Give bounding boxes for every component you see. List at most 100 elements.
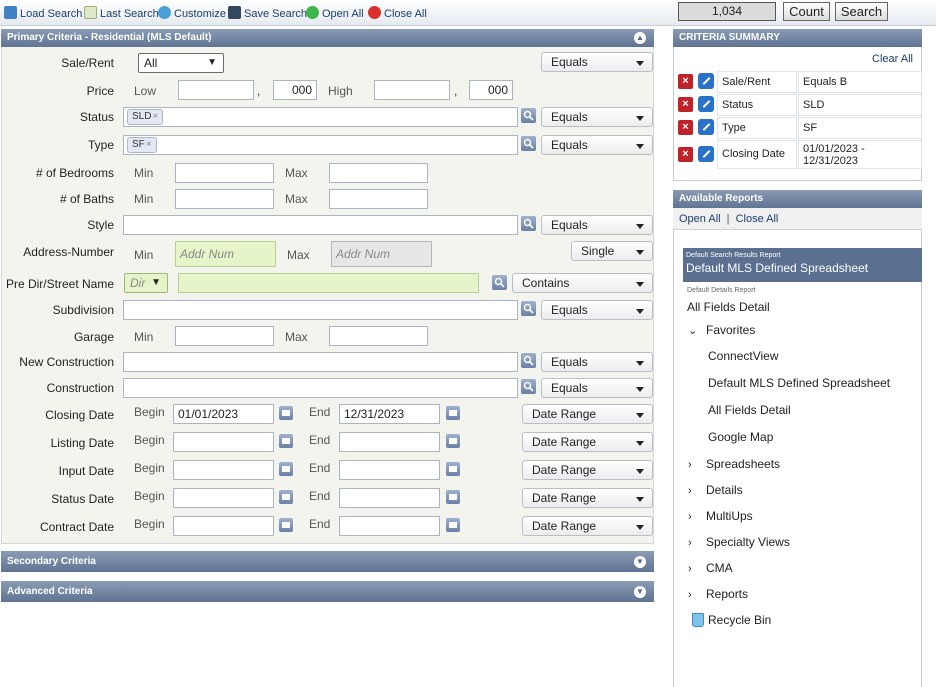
favorite-item[interactable]: Default MLS Defined Spreadsheet bbox=[708, 376, 890, 390]
listing-date-operator-dropdown[interactable]: Date Range bbox=[522, 432, 653, 452]
new-construction-input[interactable] bbox=[123, 352, 518, 372]
listing-begin-input[interactable] bbox=[173, 432, 274, 452]
calendar-icon[interactable] bbox=[446, 490, 460, 504]
expand-down-icon[interactable]: ▼ bbox=[634, 586, 646, 598]
sale-rent-operator-dropdown[interactable]: Equals bbox=[541, 52, 653, 72]
price-low-cents-input[interactable]: 000 bbox=[273, 80, 317, 100]
report-group-spreadsheets[interactable]: › Spreadsheets bbox=[688, 457, 780, 471]
calendar-icon[interactable] bbox=[446, 462, 460, 476]
status-end-input[interactable] bbox=[339, 488, 440, 508]
new-construction-operator-dropdown[interactable]: Equals bbox=[541, 352, 653, 372]
listing-end-input[interactable] bbox=[339, 432, 440, 452]
sale-rent-select[interactable]: All ▼ bbox=[138, 53, 224, 73]
close-all-button[interactable]: Close All bbox=[368, 6, 427, 22]
calendar-icon[interactable] bbox=[279, 406, 293, 420]
report-group-multiups[interactable]: › MultiUps bbox=[688, 509, 753, 523]
remove-criterion-icon[interactable]: × bbox=[678, 147, 693, 162]
favorites-folder[interactable]: ⌄ Favorites bbox=[688, 323, 755, 337]
edit-pencil-icon[interactable] bbox=[698, 146, 714, 162]
save-search-button[interactable]: Save Search bbox=[228, 6, 307, 22]
remove-tag-icon[interactable]: × bbox=[152, 111, 158, 122]
contract-begin-input[interactable] bbox=[173, 516, 274, 536]
remove-criterion-icon[interactable]: × bbox=[678, 120, 693, 135]
clear-all-link[interactable]: Clear All bbox=[872, 53, 913, 65]
construction-lookup-search-icon[interactable] bbox=[521, 379, 536, 394]
type-input[interactable] bbox=[123, 135, 518, 155]
calendar-icon[interactable] bbox=[279, 434, 293, 448]
pre-dir-select[interactable]: Dir ▼ bbox=[124, 273, 168, 293]
street-lookup-search-icon[interactable] bbox=[492, 275, 507, 290]
edit-pencil-icon[interactable] bbox=[698, 119, 714, 135]
address-min-input[interactable]: Addr Num bbox=[175, 241, 276, 267]
contract-date-operator-dropdown[interactable]: Date Range bbox=[522, 516, 653, 536]
load-search-button[interactable]: Load Search bbox=[4, 6, 82, 22]
subdivision-operator-dropdown[interactable]: Equals bbox=[541, 300, 653, 320]
bedrooms-max-input[interactable] bbox=[329, 163, 428, 183]
closing-begin-input[interactable]: 01/01/2023 bbox=[173, 404, 274, 424]
input-date-operator-dropdown[interactable]: Date Range bbox=[522, 460, 653, 480]
input-begin-input[interactable] bbox=[173, 460, 274, 480]
primary-criteria-header[interactable]: Primary Criteria - Residential (MLS Defa… bbox=[1, 29, 654, 47]
search-button[interactable]: Search bbox=[835, 2, 888, 21]
calendar-icon[interactable] bbox=[446, 434, 460, 448]
street-operator-dropdown[interactable]: Contains bbox=[512, 273, 653, 293]
type-operator-dropdown[interactable]: Equals bbox=[541, 135, 653, 155]
style-lookup-search-icon[interactable] bbox=[521, 216, 536, 231]
calendar-icon[interactable] bbox=[446, 518, 460, 532]
input-end-input[interactable] bbox=[339, 460, 440, 480]
advanced-criteria-header[interactable]: Advanced Criteria ▼ bbox=[1, 581, 654, 602]
garage-max-input[interactable] bbox=[329, 326, 428, 346]
status-begin-input[interactable] bbox=[173, 488, 274, 508]
edit-pencil-icon[interactable] bbox=[698, 73, 714, 89]
subdivision-input[interactable] bbox=[123, 300, 518, 320]
status-tag[interactable]: SLD× bbox=[127, 109, 164, 125]
status-input[interactable] bbox=[123, 107, 518, 127]
baths-min-input[interactable] bbox=[175, 189, 274, 209]
street-name-input[interactable] bbox=[178, 273, 479, 293]
recycle-bin[interactable]: Recycle Bin bbox=[692, 613, 771, 627]
favorite-item[interactable]: Google Map bbox=[708, 430, 773, 444]
subdivision-lookup-search-icon[interactable] bbox=[521, 301, 536, 316]
style-input[interactable] bbox=[123, 215, 518, 235]
remove-tag-icon[interactable]: × bbox=[146, 139, 152, 150]
address-operator-dropdown[interactable]: Single bbox=[571, 241, 653, 261]
closing-date-operator-dropdown[interactable]: Date Range bbox=[522, 404, 653, 424]
price-high-cents-input[interactable]: 000 bbox=[469, 80, 513, 100]
status-operator-dropdown[interactable]: Equals bbox=[541, 107, 653, 127]
count-button[interactable]: Count bbox=[783, 2, 830, 21]
style-operator-dropdown[interactable]: Equals bbox=[541, 215, 653, 235]
bedrooms-min-input[interactable] bbox=[175, 163, 274, 183]
reports-close-all-link[interactable]: Close All bbox=[736, 213, 779, 225]
construction-operator-dropdown[interactable]: Equals bbox=[541, 378, 653, 398]
closing-end-input[interactable]: 12/31/2023 bbox=[339, 404, 440, 424]
last-search-button[interactable]: Last Search bbox=[84, 6, 159, 22]
calendar-icon[interactable] bbox=[279, 490, 293, 504]
reports-open-all-link[interactable]: Open All bbox=[679, 213, 721, 225]
price-high-input[interactable] bbox=[374, 80, 450, 100]
contract-end-input[interactable] bbox=[339, 516, 440, 536]
default-details-report[interactable]: All Fields Detail bbox=[687, 300, 770, 314]
report-group-specialty-views[interactable]: › Specialty Views bbox=[688, 535, 790, 549]
price-low-input[interactable] bbox=[178, 80, 254, 100]
construction-input[interactable] bbox=[123, 378, 518, 398]
report-group-cma[interactable]: › CMA bbox=[688, 561, 733, 575]
edit-pencil-icon[interactable] bbox=[698, 96, 714, 112]
favorite-item[interactable]: All Fields Detail bbox=[708, 403, 791, 417]
secondary-criteria-header[interactable]: Secondary Criteria ▼ bbox=[1, 551, 654, 572]
garage-min-input[interactable] bbox=[175, 326, 274, 346]
calendar-icon[interactable] bbox=[446, 406, 460, 420]
report-group-details[interactable]: › Details bbox=[688, 483, 743, 497]
default-search-report-box[interactable]: Default Search Results Report Default ML… bbox=[683, 248, 922, 282]
baths-max-input[interactable] bbox=[329, 189, 428, 209]
type-tag[interactable]: SF× bbox=[127, 137, 157, 153]
remove-criterion-icon[interactable]: × bbox=[678, 74, 693, 89]
address-max-input[interactable]: Addr Num bbox=[331, 241, 432, 267]
favorite-item[interactable]: ConnectView bbox=[708, 349, 779, 363]
new-construction-lookup-search-icon[interactable] bbox=[521, 353, 536, 368]
collapse-up-icon[interactable]: ▲ bbox=[634, 32, 646, 44]
open-all-button[interactable]: Open All bbox=[306, 6, 364, 22]
expand-down-icon[interactable]: ▼ bbox=[634, 556, 646, 568]
remove-criterion-icon[interactable]: × bbox=[678, 97, 693, 112]
type-lookup-search-icon[interactable] bbox=[521, 136, 536, 151]
report-group-reports[interactable]: › Reports bbox=[688, 587, 748, 601]
